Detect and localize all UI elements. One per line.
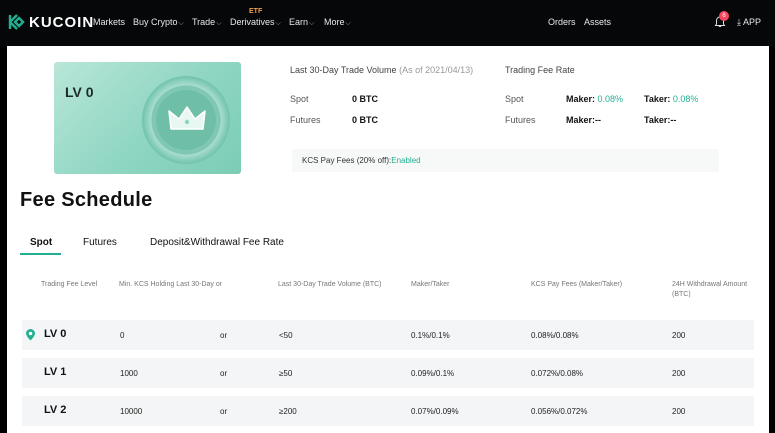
row-maker-taker: 0.09%/0.1%	[411, 369, 455, 378]
kucoin-logo-icon	[8, 14, 25, 30]
row-volume: <50	[279, 331, 293, 340]
fee-spot-label: Spot	[505, 94, 524, 104]
chevron-down-icon: ⌵	[309, 20, 315, 27]
nav-derivatives[interactable]: Derivatives⌵	[230, 17, 281, 28]
row-level: LV 1	[44, 366, 67, 378]
column-header-level: Trading Fee Level	[41, 281, 98, 288]
row-volume: ≥200	[279, 407, 297, 416]
current-level: LV 0	[65, 84, 94, 100]
tab-futures[interactable]: Futures	[83, 237, 117, 248]
app-download-link[interactable]: ⤓ APP	[737, 17, 761, 28]
futures-label: Futures	[290, 115, 321, 125]
nav-trade[interactable]: Trade⌵	[192, 17, 222, 28]
current-level-pin-icon	[26, 329, 35, 341]
table-row: LV 1 1000 or ≥50 0.09%/0.1% 0.072%/0.08%…	[22, 358, 754, 388]
fee-rate-title: Trading Fee Rate	[505, 65, 575, 75]
row-or: or	[220, 331, 228, 340]
nav-markets[interactable]: Markets	[93, 17, 125, 27]
row-kcs-fees: 0.08%/0.08%	[531, 331, 579, 340]
row-kcs-fees: 0.056%/0.072%	[531, 407, 588, 416]
row-kcs-holding: 1000	[120, 369, 138, 378]
spot-label: Spot	[290, 94, 309, 104]
top-navbar: KUCOIN Markets Buy Crypto⌵ Trade⌵ ETF De…	[0, 0, 775, 46]
column-header-volume: Last 30-Day Trade Volume (BTC)	[278, 281, 382, 288]
nav-more[interactable]: More⌵	[324, 17, 351, 28]
row-level: LV 0	[44, 328, 67, 340]
row-kcs-holding: 10000	[120, 407, 143, 416]
row-maker-taker: 0.1%/0.1%	[411, 331, 450, 340]
chevron-down-icon: ⌵	[275, 20, 281, 27]
column-header-withdrawal: 24H Withdrawal Amount (BTC)	[672, 281, 748, 298]
nav-assets[interactable]: Assets	[584, 17, 611, 27]
spot-taker-rate: Taker: 0.08%	[644, 94, 699, 104]
volume-title: Last 30-Day Trade Volume (As of 2021/04/…	[290, 65, 474, 75]
row-withdrawal: 200	[672, 331, 686, 340]
kucoin-logo[interactable]: KUCOIN	[7, 13, 94, 31]
active-tab-indicator	[20, 253, 61, 255]
nav-orders[interactable]: Orders	[548, 17, 576, 27]
crown-icon	[168, 106, 206, 130]
row-maker-taker: 0.07%/0.09%	[411, 407, 459, 416]
chevron-down-icon: ⌵	[216, 20, 222, 27]
table-row: LV 0 0 or <50 0.1%/0.1% 0.08%/0.08% 200	[22, 320, 754, 350]
column-header-kcs-pay-fees: KCS Pay Fees (Maker/Taker)	[531, 281, 623, 288]
nav-earn[interactable]: Earn⌵	[289, 17, 314, 28]
table-row: LV 2 10000 or ≥200 0.07%/0.09% 0.056%/0.…	[22, 396, 754, 426]
chevron-down-icon: ⌵	[345, 20, 351, 27]
column-header-kcs-holding: Min. KCS Holding Last 30-Day or	[119, 281, 223, 288]
kcs-pay-fees-text: KCS Pay Fees (20% off):Enabled	[302, 156, 421, 165]
notification-badge: 6	[719, 11, 729, 21]
tab-spot[interactable]: Spot	[30, 237, 52, 248]
fee-futures-label: Futures	[505, 115, 536, 125]
column-header-maker-taker: Maker/Taker	[411, 281, 450, 288]
page-title: Fee Schedule	[20, 189, 153, 211]
row-kcs-holding: 0	[120, 331, 125, 340]
row-or: or	[220, 407, 228, 416]
tab-deposit-withdrawal[interactable]: Deposit&Withdrawal Fee Rate	[150, 237, 284, 248]
row-kcs-fees: 0.072%/0.08%	[531, 369, 584, 378]
futures-volume: 0 BTC	[352, 115, 379, 125]
download-icon: ⤓	[737, 17, 741, 27]
spot-maker-rate: Maker: 0.08%	[566, 94, 624, 104]
kcs-pay-fees-bar: KCS Pay Fees (20% off):Enabled	[292, 149, 719, 172]
nav-buy-crypto[interactable]: Buy Crypto⌵	[133, 17, 184, 28]
row-withdrawal: 200	[672, 369, 686, 378]
brand-name: KUCOIN	[29, 13, 95, 31]
level-card: LV 0	[54, 62, 241, 174]
row-or: or	[220, 369, 228, 378]
kcs-status[interactable]: Enabled	[391, 156, 420, 165]
futures-taker-rate: Taker:--	[644, 115, 677, 125]
futures-maker-rate: Maker:--	[566, 115, 602, 125]
chevron-down-icon: ⌵	[178, 20, 184, 27]
row-withdrawal: 200	[672, 407, 686, 416]
etf-tag: ETF	[249, 8, 263, 15]
spot-volume: 0 BTC	[352, 94, 379, 104]
row-volume: ≥50	[279, 369, 293, 378]
row-level: LV 2	[44, 404, 67, 416]
